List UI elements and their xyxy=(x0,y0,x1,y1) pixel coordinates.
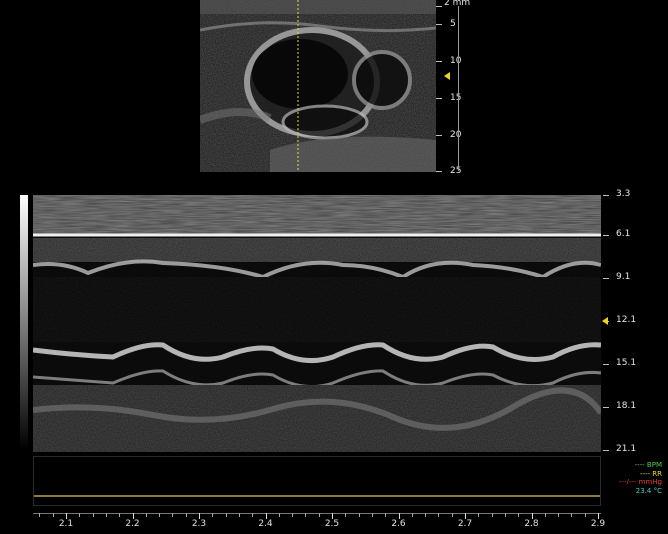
depth-tick xyxy=(436,98,442,99)
time-minor-tick xyxy=(544,513,546,517)
temperature-readout: 23.4 °C xyxy=(635,486,662,495)
time-minor-tick xyxy=(292,513,294,517)
physio-trace-panel xyxy=(33,456,601,506)
depth-tick xyxy=(436,6,442,7)
b-mode-depth-label: 5 xyxy=(450,19,456,29)
time-axis-label: 2.1 xyxy=(58,519,74,529)
time-axis-label: 2.6 xyxy=(391,519,406,529)
grayscale-bar xyxy=(20,195,28,450)
time-minor-tick xyxy=(172,513,174,517)
time-axis: 2.1 2.2 2.3 2.4 2.5 2.6 2.7 2.8 2.9 xyxy=(33,510,605,534)
depth-tick xyxy=(436,24,442,25)
time-minor-tick xyxy=(318,513,320,517)
time-minor-tick xyxy=(451,513,453,517)
depth-tick xyxy=(603,364,609,365)
time-minor-tick xyxy=(358,513,360,517)
time-axis-label: 2.3 xyxy=(191,519,207,529)
time-minor-tick xyxy=(39,513,41,517)
b-mode-depth-label: 10 xyxy=(450,56,462,66)
m-mode-depth-label: 6.1 xyxy=(616,229,631,239)
b-mode-depth-label: 15 xyxy=(450,93,462,103)
time-axis-label: 2.7 xyxy=(457,519,473,529)
time-minor-tick xyxy=(52,513,54,517)
time-minor-tick xyxy=(92,513,94,517)
m-mode-trace xyxy=(33,195,601,452)
depth-tick xyxy=(603,450,609,451)
time-minor-tick xyxy=(491,513,493,517)
time-minor-tick xyxy=(252,513,254,517)
m-mode-depth-label: 15.1 xyxy=(616,358,637,368)
focus-marker-icon[interactable] xyxy=(444,72,450,80)
bpm-readout: ---- BPM xyxy=(634,461,662,469)
b-mode-depth-label: 20 xyxy=(450,130,462,140)
time-axis-line xyxy=(33,513,601,514)
time-minor-tick xyxy=(411,513,413,517)
ecg-trace-line xyxy=(34,495,600,497)
depth-tick xyxy=(603,278,609,279)
depth-tick xyxy=(436,171,442,172)
b-mode-depth-scale: 2 mm 5 10 15 20 25 xyxy=(436,0,496,176)
time-minor-tick xyxy=(438,513,440,517)
m-mode-depth-label: 3.3 xyxy=(616,189,631,199)
m-mode-depth-label: 18.1 xyxy=(616,401,637,411)
m-mode-image xyxy=(33,195,601,452)
m-mode-depth-scale: 3.3 6.1 9.1 12.1 15.1 18.1 21.1 xyxy=(601,189,668,460)
time-axis-label: 2.4 xyxy=(258,519,273,529)
time-minor-tick xyxy=(119,513,121,517)
m-mode-depth-label: 9.1 xyxy=(616,272,631,282)
depth-tick xyxy=(603,235,609,236)
time-minor-tick xyxy=(278,513,280,517)
depth-tick xyxy=(436,135,442,136)
time-axis-label: 2.2 xyxy=(125,519,140,529)
time-minor-tick xyxy=(79,513,81,517)
time-minor-tick xyxy=(425,513,427,517)
time-minor-tick xyxy=(558,513,560,517)
time-minor-tick xyxy=(584,513,586,517)
time-minor-tick xyxy=(571,513,573,517)
time-minor-tick xyxy=(238,513,240,517)
mmhg-readout: ---/--- mmHg xyxy=(618,478,662,486)
time-minor-tick xyxy=(212,513,214,517)
b-mode-image xyxy=(200,0,436,172)
rr-readout: ---- RR xyxy=(639,469,662,478)
time-axis-label: 2.9 xyxy=(590,519,606,529)
time-minor-tick xyxy=(371,513,373,517)
time-minor-tick xyxy=(105,513,107,517)
m-mode-depth-label: 21.1 xyxy=(616,444,637,454)
physio-legend: ---- BPM ---- RR ---/--- mmHg 23.4 °C xyxy=(619,461,662,495)
time-axis-label: 2.8 xyxy=(524,519,539,529)
time-minor-tick xyxy=(225,513,227,517)
time-minor-tick xyxy=(145,513,147,517)
time-minor-tick xyxy=(518,513,520,517)
m-mode-depth-label: 12.1 xyxy=(616,315,637,325)
depth-tick xyxy=(603,195,609,196)
time-axis-label: 2.5 xyxy=(324,519,340,529)
b-mode-depth-label: 25 xyxy=(450,166,462,176)
time-minor-tick xyxy=(385,513,387,517)
focus-marker-icon[interactable] xyxy=(602,317,608,325)
time-minor-tick xyxy=(345,513,347,517)
time-minor-tick xyxy=(159,513,161,517)
b-mode-ultrasound xyxy=(200,0,436,172)
depth-tick xyxy=(603,407,609,408)
time-minor-tick xyxy=(478,513,480,517)
depth-bracket xyxy=(458,6,459,171)
time-minor-tick xyxy=(305,513,307,517)
time-minor-tick xyxy=(504,513,506,517)
depth-tick xyxy=(436,61,442,62)
time-minor-tick xyxy=(185,513,187,517)
